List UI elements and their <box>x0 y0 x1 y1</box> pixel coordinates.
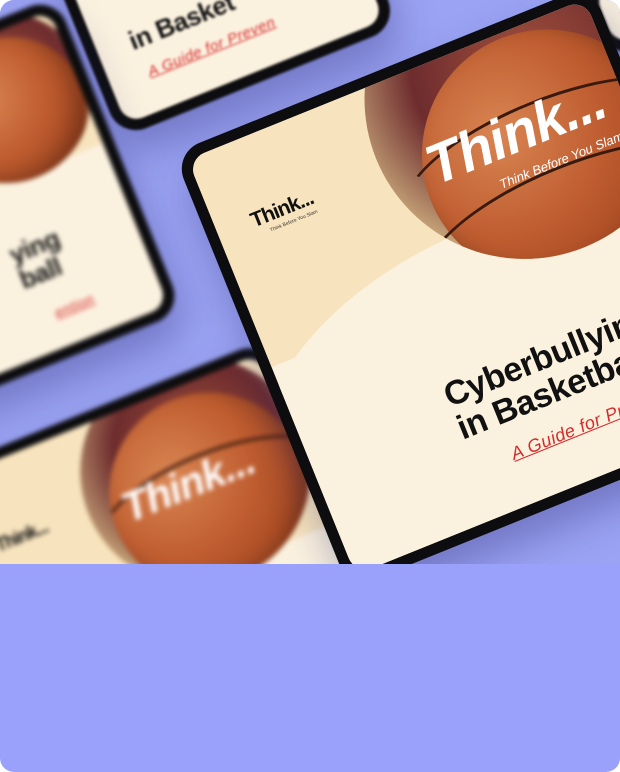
product-card: in Basket A Guide for Preven ying ball e… <box>0 0 620 772</box>
hero-image: in Basket A Guide for Preven ying ball e… <box>0 0 620 564</box>
partial-subtitle: ention <box>52 290 97 321</box>
partial-title: ying ball <box>4 222 66 295</box>
